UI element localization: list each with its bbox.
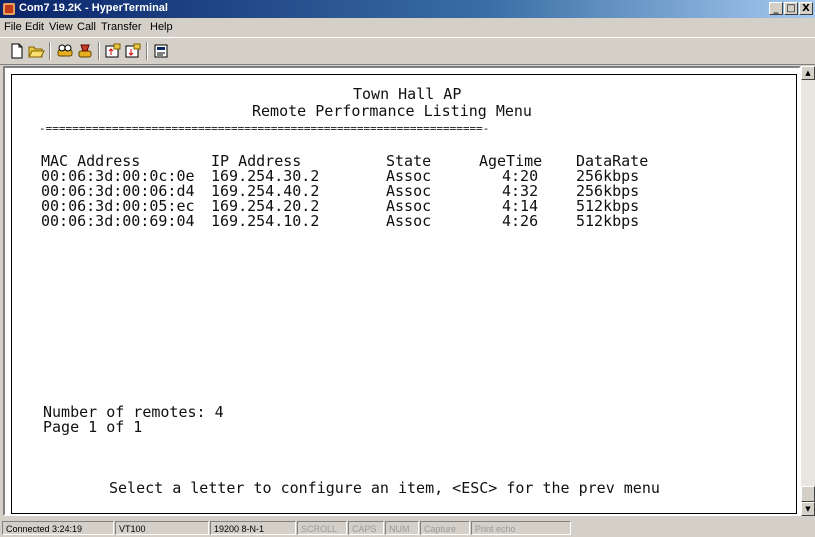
page-indicator: Page 1 of 1 xyxy=(43,418,143,436)
row-agetime: 4:26 xyxy=(502,212,539,230)
toolbar-separator xyxy=(49,42,51,60)
menu-bar: File Edit View Call Transfer Help xyxy=(0,19,815,35)
status-emulation: VT100 xyxy=(115,521,209,535)
scroll-thumb[interactable] xyxy=(801,486,815,502)
status-num: NUM xyxy=(385,521,419,535)
hyperterminal-app-icon[interactable] xyxy=(3,3,15,15)
row-mac: 00:06:3d:00:69:04 xyxy=(41,212,195,230)
close-button[interactable]: X xyxy=(799,2,813,15)
minimize-button[interactable]: _ xyxy=(769,2,783,15)
status-caps: CAPS xyxy=(348,521,384,535)
terminal-prompt: Select a letter to configure an item, <E… xyxy=(109,479,660,497)
status-scroll: SCROLL xyxy=(297,521,347,535)
window-controls: _ □ X xyxy=(768,2,813,15)
status-print-echo: Print echo xyxy=(471,521,571,535)
dial-icon[interactable] xyxy=(76,42,94,60)
vertical-scrollbar[interactable]: ▲ ▼ xyxy=(801,66,815,516)
status-settings: 19200 8-N-1 xyxy=(210,521,296,535)
open-icon[interactable] xyxy=(27,42,45,60)
status-bar: Connected 3:24:19 VT100 19200 8-N-1 SCRO… xyxy=(0,519,815,537)
menu-transfer[interactable]: Transfer xyxy=(101,21,142,33)
send-icon[interactable] xyxy=(104,42,122,60)
menu-view[interactable]: View xyxy=(49,21,73,33)
status-capture: Capture xyxy=(420,521,470,535)
terminal-subtitle: Remote Performance Listing Menu xyxy=(252,102,532,120)
terminal-screen[interactable]: Town Hall AP Remote Performance Listing … xyxy=(11,74,797,514)
toolbar-separator xyxy=(146,42,148,60)
row-ip: 169.254.10.2 xyxy=(211,212,320,230)
terminal-rule: -=======================================… xyxy=(39,122,490,135)
title-bar: Com7 19.2K - HyperTerminal _ □ X xyxy=(0,0,815,18)
receive-icon[interactable] xyxy=(124,42,142,60)
menu-file[interactable]: File xyxy=(4,21,22,33)
terminal-title: Town Hall AP xyxy=(353,85,462,103)
row-state: Assoc xyxy=(386,212,432,230)
status-connected: Connected 3:24:19 xyxy=(2,521,114,535)
row-datarate: 512kbps xyxy=(576,212,640,230)
menu-help[interactable]: Help xyxy=(150,21,173,33)
menu-edit[interactable]: Edit xyxy=(25,21,44,33)
scroll-down-button[interactable]: ▼ xyxy=(801,502,815,516)
maximize-button[interactable]: □ xyxy=(784,2,798,15)
disconnect-icon[interactable] xyxy=(56,42,74,60)
menu-call[interactable]: Call xyxy=(77,21,96,33)
new-icon[interactable] xyxy=(8,42,26,60)
toolbar-separator xyxy=(98,42,100,60)
scroll-up-button[interactable]: ▲ xyxy=(801,66,815,80)
toolbar xyxy=(0,37,815,65)
properties-icon[interactable] xyxy=(152,42,170,60)
window-title: Com7 19.2K - HyperTerminal xyxy=(19,2,168,14)
terminal-frame: Town Hall AP Remote Performance Listing … xyxy=(3,66,801,516)
